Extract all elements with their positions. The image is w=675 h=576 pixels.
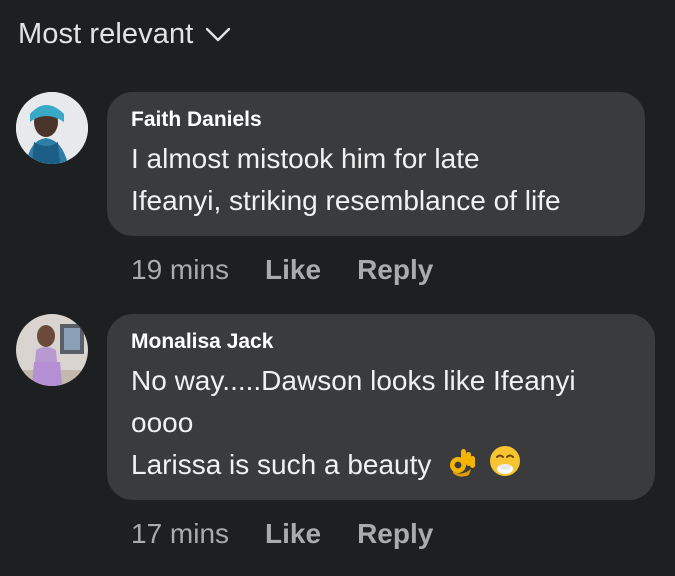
comment-author[interactable]: Monalisa Jack	[131, 330, 631, 354]
comment-text-line: I almost mistook him for late	[131, 143, 480, 174]
ok-hand-emoji	[447, 445, 477, 489]
avatar[interactable]	[16, 314, 88, 386]
hand-over-mouth-emoji	[489, 445, 521, 489]
sort-label: Most relevant	[18, 18, 194, 50]
reply-button[interactable]: Reply	[357, 518, 433, 550]
comments-panel: Most relevant Faith Daniels I almost mis…	[0, 0, 675, 576]
avatar[interactable]	[16, 92, 88, 164]
comment-bubble: Faith Daniels I almost mistook him for l…	[107, 92, 645, 236]
comment-meta: 19 mins Like Reply	[131, 254, 433, 286]
comment-text-line: No way.....Dawson looks like Ifeanyi	[131, 365, 576, 396]
comment-timestamp: 17 mins	[131, 518, 230, 549]
chevron-down-icon	[205, 27, 231, 43]
comment-text-line-with-emoji: Larissa is such a beauty	[131, 444, 631, 489]
comment-text-line: oooo	[131, 407, 194, 438]
comment-meta: 17 mins Like Reply	[131, 518, 433, 550]
comment-bubble: Monalisa Jack No way.....Dawson looks li…	[107, 314, 655, 500]
reply-button[interactable]: Reply	[357, 254, 433, 286]
comment-author[interactable]: Faith Daniels	[131, 108, 621, 132]
comment-timestamp: 19 mins	[131, 254, 230, 285]
comment-text-line: Ifeanyi, striking resemblance of life	[131, 185, 561, 216]
like-button[interactable]: Like	[265, 254, 321, 286]
comment-text-segment: Larissa is such a beauty	[131, 449, 432, 480]
sort-dropdown[interactable]: Most relevant	[18, 18, 231, 51]
like-button[interactable]: Like	[265, 518, 321, 550]
